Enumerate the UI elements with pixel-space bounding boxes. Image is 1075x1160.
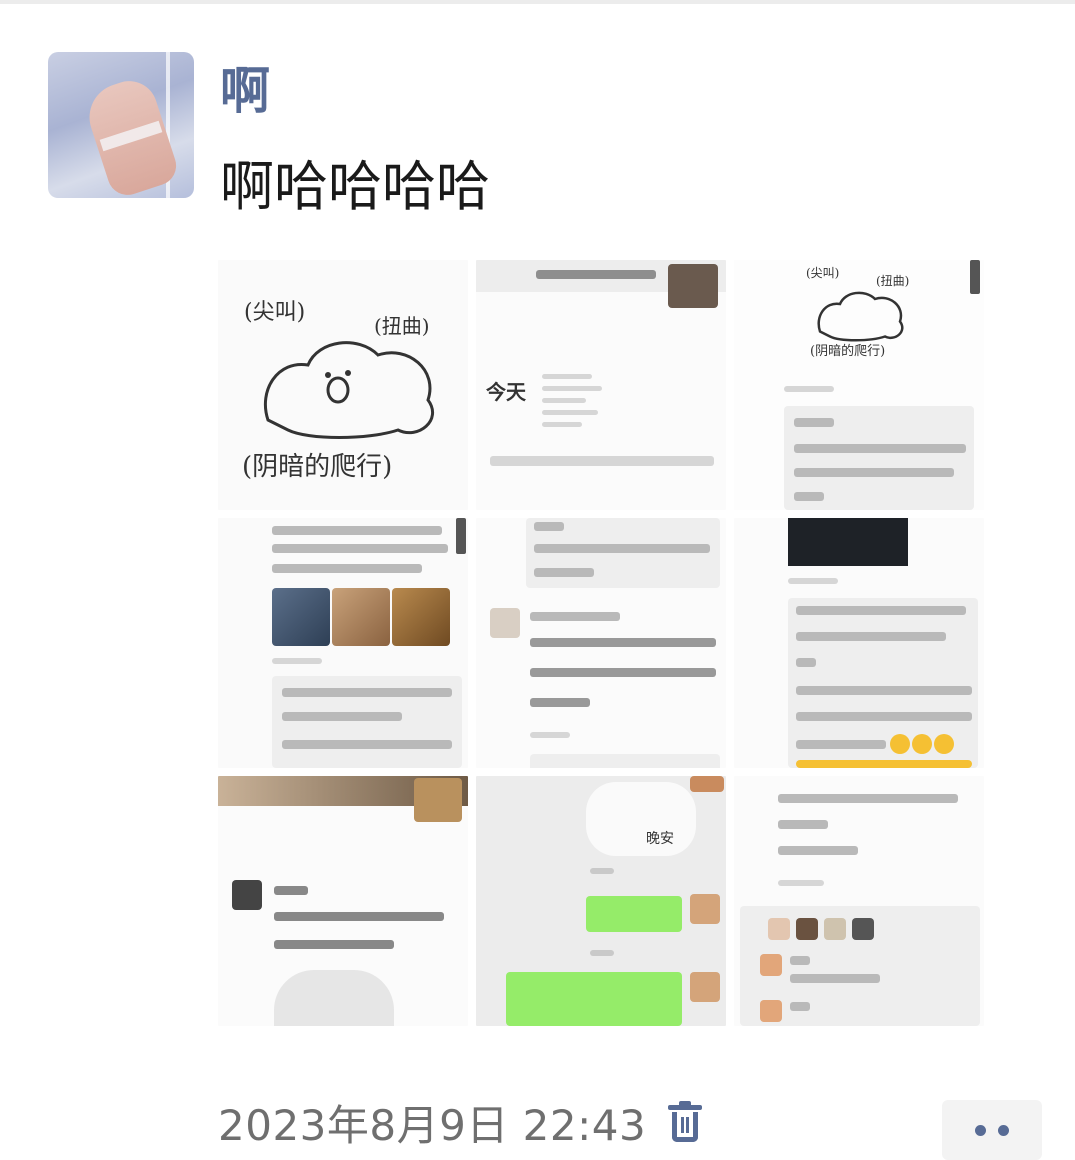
doodle-label-crawl: (阴暗的爬行) [242, 452, 393, 482]
trash-icon[interactable] [668, 1101, 703, 1143]
image-thumbnail-9[interactable] [734, 776, 984, 1026]
doodle-label-scream: (尖叫) [244, 300, 306, 325]
post-text: 啊哈哈哈哈 [220, 155, 490, 218]
image-thumbnail-1[interactable]: (尖叫) (扭曲) (阴暗的爬行) [218, 260, 468, 510]
top-divider [0, 0, 1075, 4]
image-thumbnail-4[interactable] [218, 518, 468, 768]
more-dots-icon [975, 1124, 986, 1136]
post-meta: 2023年8月9日 22:43 [218, 1092, 703, 1152]
image-thumbnail-8[interactable]: 晚安 [476, 776, 726, 1026]
avatar[interactable] [48, 52, 194, 198]
image-thumbnail-6[interactable] [734, 518, 984, 768]
sticker-label: 晚安 [646, 831, 674, 847]
image-thumbnail-2[interactable]: 今天 [476, 260, 726, 510]
doc-title: 今天 [486, 380, 526, 404]
doodle-small-scream: (尖叫) [806, 266, 840, 280]
doodle-blob [263, 341, 435, 439]
image-thumbnail-7[interactable] [218, 776, 468, 1026]
image-thumbnail-3[interactable]: (尖叫) (扭曲) (阴暗的爬行) [734, 260, 984, 510]
image-grid: (尖叫) (扭曲) (阴暗的爬行) 今天 (尖叫) (扭曲) (阴暗的爬行) 晚… [218, 260, 990, 1026]
doodle-small-crawl: (阴暗的爬行) [810, 344, 886, 359]
more-button[interactable] [942, 1100, 1042, 1160]
doodle-small-blob [817, 291, 904, 342]
image-thumbnail-5[interactable] [476, 518, 726, 768]
post-timestamp: 2023年8月9日 22:43 [218, 1100, 647, 1150]
post-username[interactable]: 啊 [220, 58, 270, 124]
